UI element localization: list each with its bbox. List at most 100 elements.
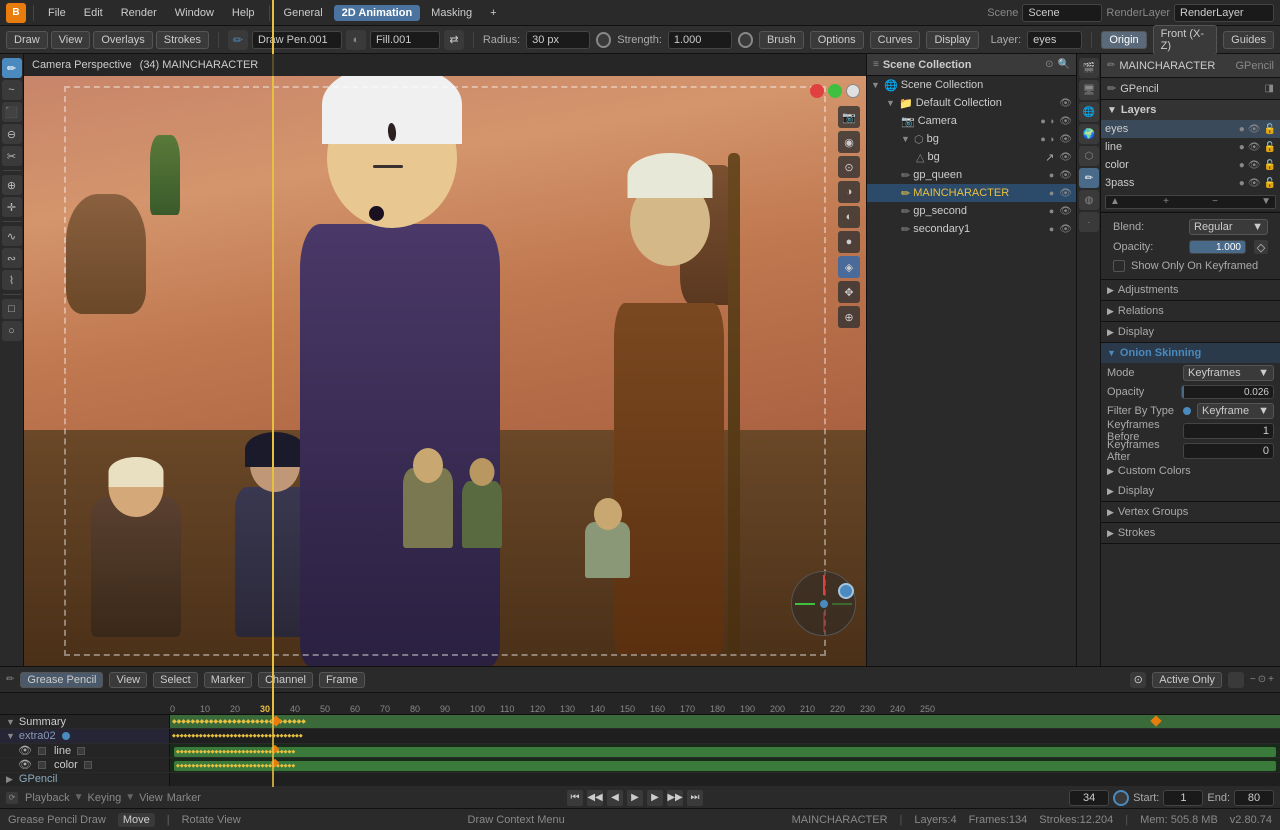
bg-mesh-item[interactable]: △ bg ↗ 👁 [867, 148, 1076, 166]
bg-eye[interactable]: 👁 [1059, 134, 1072, 145]
menu-help[interactable]: Help [225, 5, 262, 21]
onion-mode-dropdown[interactable]: Keyframes ▼ [1183, 365, 1274, 381]
sec1-vis[interactable]: ● [1049, 224, 1054, 234]
tl-view-btn[interactable]: View [109, 672, 147, 688]
layer-up-btn[interactable]: ▲ [1110, 196, 1120, 207]
draw-tool[interactable]: ✏ [2, 58, 22, 78]
workspace-2d-animation[interactable]: 2D Animation [334, 5, 421, 21]
start-frame-input[interactable]: 1 [1163, 790, 1203, 806]
bg-mesh-arrow[interactable]: ↗ [1045, 151, 1054, 164]
strokes-header[interactable]: ▶ Strokes [1101, 523, 1280, 543]
color-content[interactable]: ◆◆◆◆◆◆◆◆◆◆◆◆◆◆◆◆◆◆◆◆◆◆◆◆◆◆◆◆◆◆◆ [170, 758, 1280, 771]
brush-name-input[interactable]: Draw Pen.001 [252, 31, 342, 49]
layer-3pass-lock[interactable]: 🔓 [1264, 178, 1276, 189]
guides-btn[interactable]: Guides [1223, 31, 1274, 49]
workspace-general[interactable]: General [277, 5, 330, 21]
shading-mode3-btn[interactable]: ● [838, 231, 860, 253]
tl-active-only-btn[interactable]: Active Only [1152, 672, 1222, 688]
next-keyframe-btn[interactable]: ▶▶ [667, 790, 683, 806]
tl-filter-icon[interactable]: ⊙ [1130, 672, 1146, 688]
prop-scene[interactable]: 🌐 [1079, 102, 1099, 122]
layer-line-eye[interactable]: 👁 [1248, 142, 1261, 153]
opacity-pin[interactable]: ◇ [1254, 240, 1268, 254]
strokes-btn[interactable]: Strokes [156, 31, 209, 49]
secondary1-item[interactable]: ✏ secondary1 ● 👁 [867, 220, 1076, 238]
pan-btn[interactable]: ✥ [838, 281, 860, 303]
fill-name-input[interactable]: Fill.001 [370, 31, 440, 49]
onion-display-row[interactable]: ▶ Display [1101, 481, 1280, 501]
gps-vis[interactable]: ● [1049, 206, 1054, 216]
layer-color-eye[interactable]: 👁 [1248, 160, 1261, 171]
tl-grease-pencil-btn[interactable]: Grease Pencil [20, 672, 103, 688]
gpq-vis[interactable]: ● [1049, 170, 1054, 180]
menu-file[interactable]: File [41, 5, 73, 21]
color-lock[interactable] [38, 761, 46, 769]
prop-particles[interactable]: · [1079, 212, 1099, 232]
layer-3pass-eye[interactable]: 👁 [1248, 178, 1261, 189]
gpencil-content[interactable] [170, 773, 1280, 786]
shading-mode4-btn[interactable]: ◈ [838, 256, 860, 278]
view-btn2[interactable]: View [139, 792, 163, 804]
tl-options-icon[interactable]: ⊙ [1258, 674, 1266, 685]
tl-select-btn[interactable]: Select [153, 672, 198, 688]
scene-input[interactable]: Scene [1022, 4, 1102, 22]
cam-vis-dot[interactable]: ● [1040, 116, 1045, 126]
track-summary[interactable]: ▼ Summary ◆◆◆◆◆◆◆◆◆◆◆◆◆◆◆◆◆◆◆◆◆◆◆◆◆◆◆◆◆ [0, 715, 1280, 729]
curve-tool[interactable]: ∿ [2, 226, 22, 246]
tl-search-icon[interactable] [1228, 672, 1244, 688]
cut-tool[interactable]: ✂ [2, 146, 22, 166]
scene-collection-root[interactable]: ▼ 🌐 Scene Collection [867, 76, 1076, 94]
onion-header[interactable]: ▼ Onion Skinning [1101, 343, 1280, 363]
sec1-eye[interactable]: 👁 [1059, 224, 1072, 235]
color-mask[interactable] [84, 761, 92, 769]
line-lock[interactable] [38, 747, 46, 755]
overlay-btn[interactable]: Overlays [93, 31, 152, 49]
layer-line-dot[interactable]: ● [1239, 142, 1245, 153]
default-collection-item[interactable]: ▼ 📁 Default Collection 👁 [867, 94, 1076, 112]
marker-btn2[interactable]: Marker [167, 792, 201, 804]
layer-eyes-dot[interactable]: ● [1239, 124, 1245, 135]
strength-input[interactable]: 1.000 [668, 31, 732, 49]
gp-second-item[interactable]: ✏ gp_second ● 👁 [867, 202, 1076, 220]
square-tool[interactable]: □ [2, 299, 22, 319]
layer-eyes-lock[interactable]: 🔓 [1264, 124, 1276, 135]
dc-eye[interactable]: 👁 [1059, 98, 1072, 109]
camera-item[interactable]: 📷 Camera ● ◑ 👁 [867, 112, 1076, 130]
viewport[interactable]: Camera Perspective (34) MAINCHARACTER [24, 54, 866, 666]
prop-material[interactable]: ◍ [1079, 190, 1099, 210]
mc-vis[interactable]: ● [1049, 188, 1054, 198]
line-mask[interactable] [77, 747, 85, 755]
layer-3pass-dot[interactable]: ● [1239, 178, 1245, 189]
bg-render[interactable]: ◑ [1049, 134, 1054, 144]
layer-add-btn[interactable]: + [1163, 196, 1169, 207]
origin-btn[interactable]: Origin [1101, 31, 1146, 49]
layer-line[interactable]: line ● 👁 🔓 [1101, 138, 1280, 156]
filter-icon[interactable]: ⊙ [1045, 59, 1053, 70]
gpq-eye[interactable]: 👁 [1059, 170, 1072, 181]
curves-btn[interactable]: Curves [870, 31, 921, 49]
smooth-tool[interactable]: ~ [2, 80, 22, 100]
line-content[interactable]: ◆◆◆◆◆◆◆◆◆◆◆◆◆◆◆◆◆◆◆◆◆◆◆◆◆◆◆◆◆◆◆ [170, 744, 1280, 757]
layer-line-lock[interactable]: 🔓 [1264, 142, 1276, 153]
opacity-bar[interactable]: 1.000 [1189, 240, 1246, 254]
camera-overlay-btn[interactable]: 📷 [838, 106, 860, 128]
jump-start-btn[interactable]: ⏮ [567, 790, 583, 806]
relations-header[interactable]: ▶ Relations [1101, 301, 1280, 321]
bg-vis[interactable]: ● [1040, 134, 1045, 144]
layer-color[interactable]: color ● 👁 🔓 [1101, 156, 1280, 174]
render-overlay-btn[interactable]: ◉ [838, 131, 860, 153]
tl-marker-btn[interactable]: Marker [204, 672, 252, 688]
sb-mode[interactable]: Move [118, 813, 155, 827]
line-eye[interactable]: 👁 [18, 744, 32, 757]
mode-btn[interactable]: Draw [6, 31, 48, 49]
tl-frame-btn[interactable]: Frame [319, 672, 365, 688]
zoom-btn[interactable]: ⊕ [838, 306, 860, 328]
tl-minus-btn[interactable]: − [1250, 674, 1256, 685]
next-frame-btn[interactable]: ▶ [647, 790, 663, 806]
filter-dropdown[interactable]: Keyframe ▼ [1197, 403, 1274, 419]
display-btn[interactable]: Display [926, 31, 978, 49]
current-frame-input[interactable]: 34 [1069, 790, 1109, 806]
tl-plus-btn[interactable]: + [1268, 674, 1274, 685]
prev-frame-btn[interactable]: ◀ [607, 790, 623, 806]
kf-after-value[interactable]: 0 [1183, 443, 1274, 459]
